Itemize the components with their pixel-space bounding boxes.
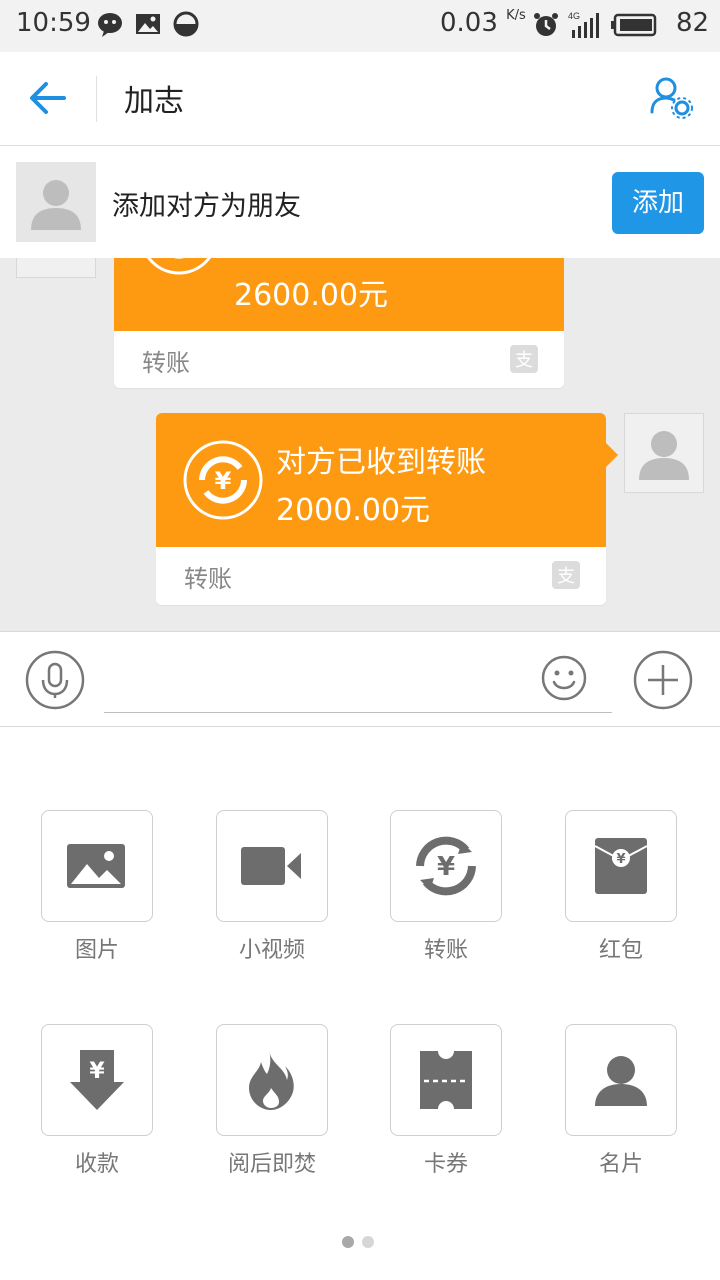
fire-icon [249, 1050, 294, 1110]
user-settings-icon [650, 77, 693, 119]
message-input[interactable] [104, 654, 612, 713]
contact-avatar[interactable] [16, 162, 96, 242]
status-right-icons: 4G [532, 10, 658, 40]
default-avatar-icon [639, 431, 689, 480]
tool-red-envelope[interactable]: ¥ 红包 [565, 810, 677, 964]
alipay-icon: 支 [552, 561, 580, 589]
tool-contact-card-label: 名片 [598, 1152, 643, 1177]
back-button[interactable] [20, 72, 76, 124]
transfer-message-body: ¥ 对方已收到转账 2000.00元 [156, 413, 606, 547]
contact-card-icon [595, 1056, 647, 1106]
chat-header: 加志 [0, 52, 720, 146]
coupon-icon [420, 1051, 472, 1109]
svg-text:¥: ¥ [437, 852, 455, 882]
transfer-status: 对方已收到转账 [276, 445, 486, 480]
transfer-message-footer: 转账 支 [114, 331, 564, 388]
my-avatar[interactable] [624, 413, 704, 493]
transfer-label: 转账 [184, 565, 232, 593]
default-avatar-icon [31, 180, 81, 230]
page-dot[interactable] [362, 1236, 374, 1248]
tool-red-envelope-box[interactable]: ¥ [565, 810, 677, 922]
tool-receive-money-box[interactable]: ¥ [41, 1024, 153, 1136]
battery-level: 82 [676, 8, 710, 38]
storage-notification-icon [173, 11, 199, 37]
battery-icon [611, 13, 657, 37]
video-icon [241, 847, 301, 885]
tool-burn-after-reading-label: 阅后即焚 [227, 1152, 316, 1177]
image-icon [67, 844, 125, 888]
tool-coupon[interactable]: 卡券 [390, 1024, 502, 1178]
tool-image[interactable]: 图片 [41, 810, 153, 964]
notification-icons [96, 10, 200, 38]
tool-video-label: 小视频 [238, 938, 305, 963]
plus-icon [633, 650, 693, 710]
more-button[interactable] [633, 650, 693, 710]
add-friend-button[interactable]: 添加 [612, 172, 704, 234]
network-type-text: 4G [568, 11, 580, 21]
signal-icon: 4G [568, 11, 599, 38]
tool-transfer[interactable]: ¥ 转账 [390, 810, 502, 964]
emoji-icon [541, 655, 587, 701]
tool-contact-card-box[interactable] [565, 1024, 677, 1136]
receive-money-icon: ¥ [70, 1050, 124, 1110]
tool-receive-money[interactable]: ¥ 收款 [41, 1024, 153, 1178]
status-time: 10:59 [16, 8, 91, 38]
net-speed: 0.03 K/s [440, 8, 526, 38]
header-divider [96, 76, 97, 122]
tool-receive-money-label: 收款 [74, 1152, 119, 1177]
red-envelope-icon: ¥ [595, 838, 647, 894]
voice-button[interactable] [25, 650, 85, 710]
svg-text:¥: ¥ [215, 467, 232, 495]
status-bar: 10:59 0.03 K/s 4G 82 [0, 0, 720, 52]
transfer-amount: 2000.00元 [276, 493, 431, 528]
add-friend-prompt: 添加对方为朋友 [112, 191, 301, 222]
svg-text:支: 支 [557, 566, 575, 587]
chat-settings-button[interactable] [644, 72, 700, 128]
tool-video[interactable]: 小视频 [216, 810, 328, 964]
svg-text:¥: ¥ [616, 852, 625, 867]
transfer-message-footer: 转账 支 [156, 547, 606, 605]
message-input-bar [0, 631, 720, 727]
svg-text:¥: ¥ [89, 1059, 105, 1084]
transfer-label: 转账 [142, 349, 190, 377]
microphone-icon [25, 650, 85, 710]
tool-contact-card[interactable]: 名片 [565, 1024, 677, 1178]
tool-burn-after-reading-box[interactable] [216, 1024, 328, 1136]
bubble-tail [606, 443, 618, 467]
emoji-button[interactable] [540, 654, 588, 702]
tool-transfer-label: 转账 [423, 938, 468, 963]
transfer-message[interactable]: ¥ 对方已收到转账 2000.00元 转账 支 [156, 413, 606, 605]
page-title: 加志 [124, 84, 184, 119]
chat-notification-icon [98, 13, 122, 37]
page-indicator [342, 1236, 374, 1248]
tool-video-box[interactable] [216, 810, 328, 922]
tool-coupon-box[interactable] [390, 1024, 502, 1136]
tool-image-box[interactable] [41, 810, 153, 922]
alipay-icon: 支 [510, 345, 538, 373]
tool-image-label: 图片 [74, 938, 119, 963]
transfer-amount: 2600.00元 [234, 278, 389, 313]
tool-coupon-label: 卡券 [423, 1152, 468, 1177]
tool-transfer-box[interactable]: ¥ [390, 810, 502, 922]
tool-red-envelope-label: 红包 [598, 938, 643, 963]
page-dot-active[interactable] [342, 1236, 354, 1248]
back-arrow-icon [30, 82, 66, 114]
gallery-notification-icon [136, 14, 160, 34]
transfer-icon: ¥ [183, 440, 263, 520]
alarm-icon [534, 13, 558, 36]
transfer-icon: ¥ [416, 836, 476, 896]
svg-text:支: 支 [515, 350, 533, 371]
tool-burn-after-reading[interactable]: 阅后即焚 [216, 1024, 328, 1178]
add-friend-bar: 添加对方为朋友 添加 [0, 146, 720, 258]
